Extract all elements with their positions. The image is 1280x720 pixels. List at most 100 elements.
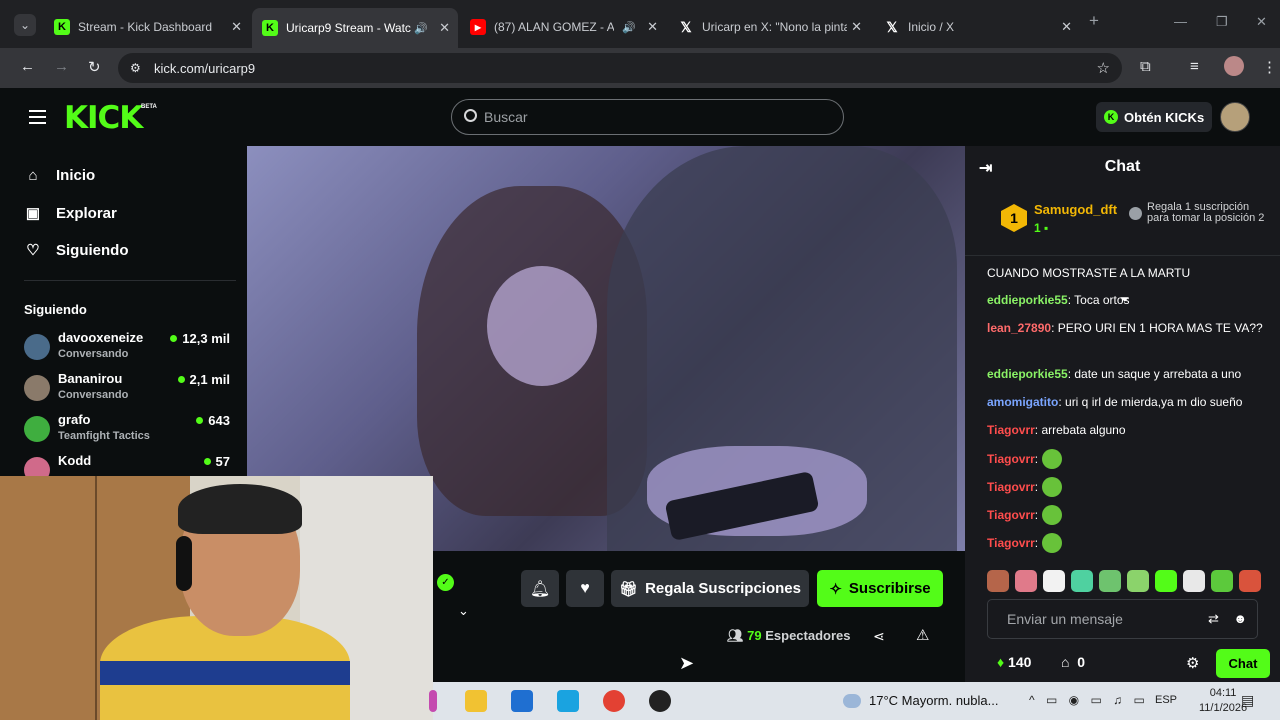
sidebar-item-explorar[interactable]: ▣ Explorar [24,204,117,223]
notification-icon[interactable]: ▤ [1241,692,1254,709]
close-icon[interactable]: ✕ [439,20,450,36]
chat-username[interactable]: Tiagovrr [987,536,1035,550]
chat-username[interactable]: Tiagovrr [987,508,1035,522]
language-indicator[interactable]: ESP [1155,694,1177,706]
sparkle-icon: ✧ [829,580,842,598]
extensions-icon[interactable]: ⧉ [1140,58,1151,75]
search-input[interactable]: Buscar [451,99,844,135]
obs-icon[interactable] [649,690,671,712]
report-warning-icon[interactable]: ⚠ [916,626,929,644]
chat-username[interactable]: amomigatito [987,395,1058,409]
tab-kick-dashboard[interactable]: K Stream - Kick Dashboard ✕ [44,10,250,44]
channel-points[interactable]: ♦ 140 [997,654,1031,670]
close-icon[interactable]: ✕ [851,19,862,35]
following-channel[interactable]: davooxeneize Conversando 12,3 mil [24,330,234,366]
emote-icon[interactable] [1127,570,1149,592]
tab-youtube[interactable]: ▶ (87) ALAN GOMEZ - AR 🔊 ✕ [460,10,666,44]
emote-icon[interactable] [1239,570,1261,592]
get-kicks-button[interactable]: K Obtén KICKs [1096,102,1212,132]
gift-icon: ▪ [1044,221,1049,235]
store-icon[interactable] [511,690,533,712]
gift-subs-button[interactable]: 🎁︎ Regala Suscripciones [611,570,809,607]
sidebar-item-siguiendo[interactable]: ♡ Siguiendo [24,241,128,260]
chevron-down-icon[interactable]: ⌄ [458,603,469,619]
reload-icon[interactable]: ↻ [88,58,101,76]
leaderboard-user[interactable]: Samugod_dft [1034,202,1117,217]
minimize-button[interactable]: — [1174,14,1187,29]
media-control-icon[interactable]: ≡ [1190,58,1199,75]
close-icon[interactable]: ✕ [647,19,658,35]
following-title: Siguiendo [24,302,87,317]
beta-badge: BETA [141,104,157,110]
tab-uricarp9-stream[interactable]: K Uricarp9 Stream - Watch 🔊 ✕ [252,8,458,48]
gear-icon[interactable]: ⚙ [1186,654,1199,672]
folder-icon[interactable] [465,690,487,712]
bell-icon: 🔔︎ [529,580,551,598]
sidebar: ⌂ Inicio ▣ Explorar ♡ Siguiendo Siguiend… [0,146,247,483]
emote-icon[interactable] [1043,570,1065,592]
collapse-chat-icon[interactable]: ⇥ [979,158,992,178]
new-tab-button[interactable]: + [1089,11,1099,31]
weather-widget[interactable]: 17°C Mayorm. nubla... [843,693,998,708]
tab-x-uricarp[interactable]: 𝕏 Uricarp en X: "Nono la pinta ✕ [668,10,870,44]
chrome-icon[interactable] [603,690,625,712]
menu-dots-icon[interactable]: ⋮ [1262,58,1277,76]
system-tray[interactable]: ^ ▭ ◉ ▭ ♫ ▭ [1029,693,1149,707]
chat-username[interactable]: lean_27890 [987,321,1051,335]
profile-avatar[interactable] [1224,56,1244,76]
chat-message: Tiagovrr: [987,533,1272,553]
gift-icon: 🎁︎ [619,580,639,598]
emote-icon[interactable] [1015,570,1037,592]
emote-icon[interactable] [1183,570,1205,592]
close-icon[interactable]: ✕ [1061,19,1072,35]
notification-bell-button[interactable]: 🔔︎ [521,570,559,607]
gift-info[interactable]: Regala 1 suscripción para tomar la posic… [1129,202,1267,224]
speaker-icon[interactable]: 🔊 [414,22,428,35]
emote-icon[interactable] [1071,570,1093,592]
chat-username[interactable]: eddieporkie55 [987,367,1068,381]
window-close-button[interactable]: ✕ [1256,14,1267,30]
chat-message: eddieporkie55: date un saque y arrebata … [987,367,1242,381]
chat-message: lean_27890: PERO URI EN 1 HORA MAS TE VA… [987,321,1263,335]
sidebar-item-inicio[interactable]: ⌂ Inicio [24,166,95,184]
bookmark-star-icon[interactable]: ☆ [1097,59,1110,77]
avatar [24,334,50,360]
tab-search-button[interactable]: ⌄ [14,14,36,36]
following-channel[interactable]: Bananirou Conversando 2,1 mil [24,371,234,407]
chat-username[interactable]: Tiagovrr [987,452,1035,466]
emoji-icon[interactable]: ☻ [1233,611,1247,626]
app-icon[interactable] [429,690,437,712]
outlook-icon[interactable] [557,690,579,712]
chat-username[interactable]: eddieporkie55 [987,293,1068,307]
emote-icon[interactable] [1155,570,1177,592]
chat-message: Tiagovrr: [987,449,1272,469]
store-button[interactable]: ⌂ 0 [1061,654,1085,670]
emote-icon[interactable] [1099,570,1121,592]
back-icon[interactable]: ← [20,58,35,75]
webcam-person [100,661,350,685]
translate-icon[interactable]: ⇄ [1208,611,1219,626]
tab-x-inicio[interactable]: 𝕏 Inicio / X ✕ [874,10,1080,44]
following-channel[interactable]: grafo Teamfight Tactics 643 [24,412,234,448]
send-chat-button[interactable]: Chat [1216,649,1270,678]
chat-message-input[interactable]: Enviar un mensaje ⇄ ☻ [987,599,1258,639]
restore-button[interactable]: ❐ [1216,14,1228,30]
url-bar[interactable]: ⚙ kick.com/uricarp9 ☆ [118,53,1122,83]
emote-icon[interactable] [1211,570,1233,592]
forward-icon[interactable]: → [54,58,69,75]
chat-username[interactable]: Tiagovrr [987,423,1035,437]
subscribe-button[interactable]: ✧ Suscribirse [817,570,943,607]
kick-logo[interactable]: KICK [64,100,143,136]
clock[interactable]: 04:11 11/1/2026 [1199,686,1247,716]
user-avatar[interactable] [1220,102,1250,132]
gift-leaderboard: 1 Samugod_dft 1 ▪ Regala 1 suscripción p… [965,188,1280,306]
close-icon[interactable]: ✕ [231,19,242,35]
share-icon[interactable]: ⋖ [873,628,885,645]
hamburger-menu-icon[interactable] [29,110,46,128]
follow-heart-button[interactable]: ♥ [566,570,604,607]
speaker-icon[interactable]: 🔊 [622,21,636,34]
emote-icon[interactable] [987,570,1009,592]
browser-tab-bar: ⌄ K Stream - Kick Dashboard ✕ K Uricarp9… [0,0,1280,52]
site-info-icon[interactable]: ⚙ [130,61,141,75]
chat-username[interactable]: Tiagovrr [987,480,1035,494]
